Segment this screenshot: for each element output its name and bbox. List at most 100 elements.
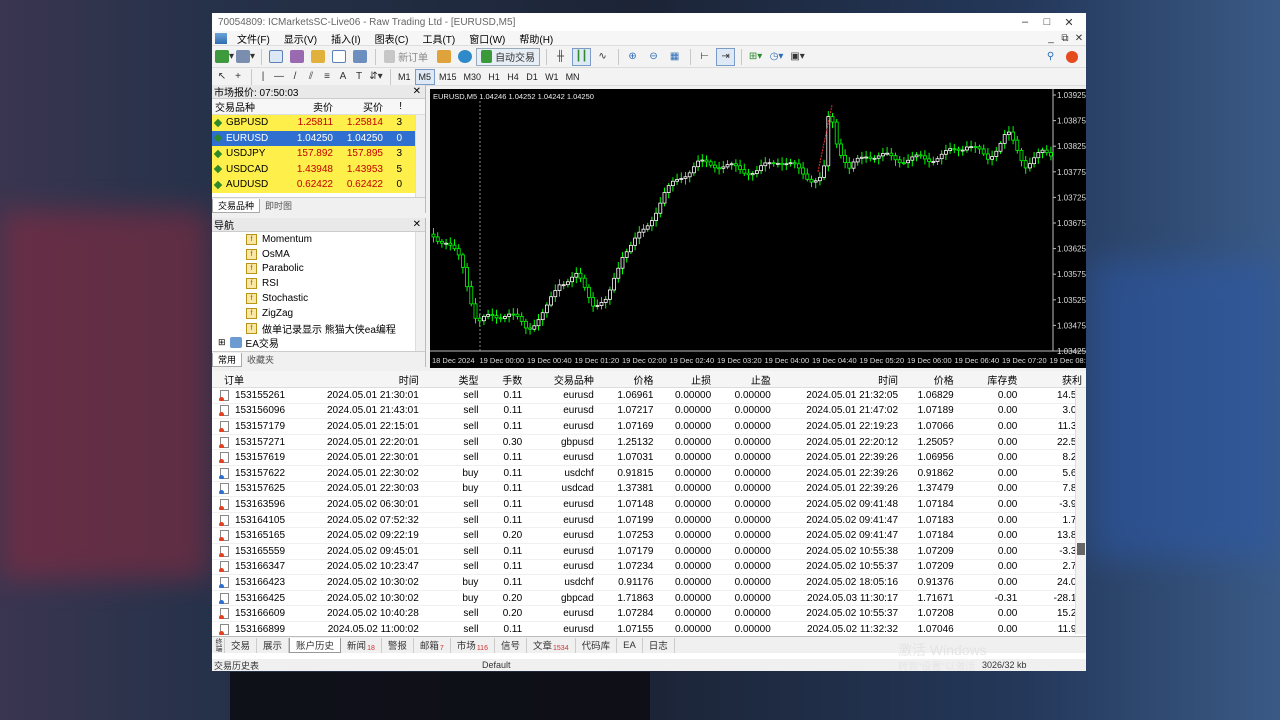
strategy-tester-button[interactable] [350,48,369,66]
arrows-icon[interactable]: ⇵▾ [368,68,384,86]
table-row[interactable]: 153157271 2024.05.01 22:20:01 sell 0.30 gbpu… [212,435,1086,451]
navigator-indicator[interactable]: f Parabolic [212,262,425,277]
terminal-tab[interactable]: EA [617,637,643,653]
terminal-tab[interactable]: 代码库 [576,637,618,653]
menu-view[interactable]: 显示(V) [277,31,324,46]
header-swap[interactable]: 库存费 [958,372,1022,387]
market-watch-row[interactable]: EURUSD 1.04250 1.04250 0 [212,130,425,146]
header-lots[interactable]: 手数 [482,372,526,387]
chart-close-button[interactable]: ✕ [1072,33,1086,44]
close-button[interactable]: ✕ [1058,16,1080,29]
timeframe-m30[interactable]: M30 [461,69,485,85]
table-row[interactable]: 153165165 2024.05.02 09:22:19 sell 0.20 euru… [212,528,1086,544]
new-order-button[interactable]: 新订单 [380,48,432,66]
bar-chart-button[interactable]: ╫ [551,48,570,66]
maximize-button[interactable]: □ [1036,16,1058,28]
text-icon[interactable]: A [336,68,350,86]
header-bid[interactable]: 卖价 [287,99,337,114]
timeframe-mn[interactable]: MN [563,69,583,85]
auto-scroll-icon[interactable]: ⇥ [716,47,736,66]
tile-windows-icon[interactable]: ▦ [665,48,684,66]
timeframe-m15[interactable]: M15 [436,69,460,85]
expand-icon[interactable]: ⊞ [218,337,226,348]
menu-file[interactable]: 文件(F) [230,31,277,46]
market-button[interactable] [455,48,474,66]
market-watch-scrollbar[interactable] [415,115,425,197]
header-close-time[interactable]: 时间 [775,372,902,387]
header-symbol[interactable]: 交易品种 [526,372,598,387]
close-icon[interactable]: ✕ [413,219,421,230]
header-open-price[interactable]: 价格 [598,372,658,387]
table-row[interactable]: 153164105 2024.05.02 07:52:32 sell 0.11 euru… [212,513,1086,529]
menu-charts[interactable]: 图表(C) [368,31,416,46]
table-row[interactable]: 153163596 2024.05.02 06:30:01 sell 0.11 euru… [212,497,1086,513]
menu-help[interactable]: 帮助(H) [512,31,560,46]
market-watch-row[interactable]: USDJPY 157.892 157.895 3 [212,146,425,162]
terminal-tab[interactable]: 日志 [643,637,675,653]
terminal-tab[interactable]: 文章 1534 [527,637,576,653]
close-icon[interactable]: ✕ [413,86,421,97]
menu-window[interactable]: 窗口(W) [462,31,512,46]
data-window-button[interactable] [287,48,306,66]
table-row[interactable]: 153166347 2024.05.02 10:23:47 sell 0.11 euru… [212,560,1086,576]
navigator-indicator[interactable]: f 做单记录显示 熊猫大侠ea编程 [212,321,425,336]
table-row[interactable]: 153155261 2024.05.01 21:30:01 sell 0.11 euru… [212,388,1086,404]
navigator-ea-folder[interactable]: ⊞ EA交易 [212,336,425,350]
terminal-tab[interactable]: 邮箱 7 [414,637,451,653]
channel-icon[interactable]: ⫽ [304,68,318,86]
history-scrollbar[interactable] [1075,388,1086,634]
trendline-icon[interactable]: / [288,68,302,86]
chart-shift-icon[interactable]: ⊢ [695,48,714,66]
line-chart-button[interactable]: ∿ [593,48,612,66]
indicators-button[interactable]: ⊞▾ [746,48,765,66]
fibonacci-icon[interactable]: ≡ [320,68,334,86]
cursor-icon[interactable]: ↖ [215,68,229,86]
menu-tools[interactable]: 工具(T) [415,31,462,46]
table-row[interactable]: 153166425 2024.05.02 10:30:02 buy 0.20 gbpca… [212,591,1086,607]
navigator-indicator[interactable]: f Momentum [212,232,425,247]
periods-button[interactable]: ◷▾ [767,48,786,66]
timeframe-d1[interactable]: D1 [523,69,541,85]
chart-restore-button[interactable]: ⧉ [1058,33,1072,44]
terminal-tab[interactable]: 交易 [225,637,258,653]
navigator-indicator[interactable]: f Stochastic [212,291,425,306]
table-row[interactable]: 153157619 2024.05.01 22:30:01 sell 0.11 euru… [212,450,1086,466]
crosshair-icon[interactable]: + [231,68,245,86]
minimize-button[interactable]: – [1014,16,1036,28]
search-icon[interactable]: ⚲ [1041,48,1060,66]
templates-button[interactable]: ▣▾ [788,48,807,66]
header-symbol[interactable]: 交易品种 [212,99,287,114]
terminal-tab[interactable]: 展示 [257,637,290,653]
table-row[interactable]: 153166423 2024.05.02 10:30:02 buy 0.11 usdch… [212,575,1086,591]
price-chart[interactable]: 1.03925 1.03875 1.03825 1.03775 1.03725 1.036… [430,89,1086,368]
timeframe-m1[interactable]: M1 [395,69,414,85]
text-label-icon[interactable]: T [352,68,366,86]
terminal-button[interactable] [329,48,348,66]
navigator-indicator[interactable]: f ZigZag [212,306,425,321]
tab-symbols[interactable]: 交易品种 [212,198,261,213]
chart-minimize-button[interactable]: _ [1044,33,1058,44]
table-row[interactable]: 153166609 2024.05.02 10:40:28 sell 0.20 euru… [212,606,1086,622]
terminal-tab[interactable]: 信号 [495,637,527,653]
vertical-line-icon[interactable]: | [256,68,270,86]
terminal-tab[interactable]: 账户历史 [289,637,342,653]
header-take-profit[interactable]: 止盈 [715,372,775,387]
header-ask[interactable]: 买价 [337,99,387,114]
header-profit[interactable]: 获利 [1021,372,1086,387]
header-type[interactable]: 类型 [423,372,483,387]
table-row[interactable]: 153156096 2024.05.01 21:43:01 sell 0.11 euru… [212,404,1086,420]
navigator-indicator[interactable]: f OsMA [212,247,425,262]
auto-trading-button[interactable]: 自动交易 [476,47,541,66]
market-watch-row[interactable]: AUDUSD 0.62422 0.62422 0 [212,177,425,193]
header-open-time[interactable]: 时间 [294,372,423,387]
menu-insert[interactable]: 插入(I) [324,31,367,46]
table-row[interactable]: 153165559 2024.05.02 09:45:01 sell 0.11 euru… [212,544,1086,560]
header-order[interactable]: 订单 [212,372,294,387]
notifications-icon[interactable] [1062,48,1081,66]
navigator-button[interactable] [308,48,327,66]
tab-favorites[interactable]: 收藏夹 [242,353,279,367]
header-close-price[interactable]: 价格 [902,372,958,387]
candlestick-button[interactable]: ┃┃ [572,47,592,66]
market-watch-row[interactable]: USDCAD 1.43948 1.43953 5 [212,161,425,177]
timeframe-w1[interactable]: W1 [542,69,562,85]
